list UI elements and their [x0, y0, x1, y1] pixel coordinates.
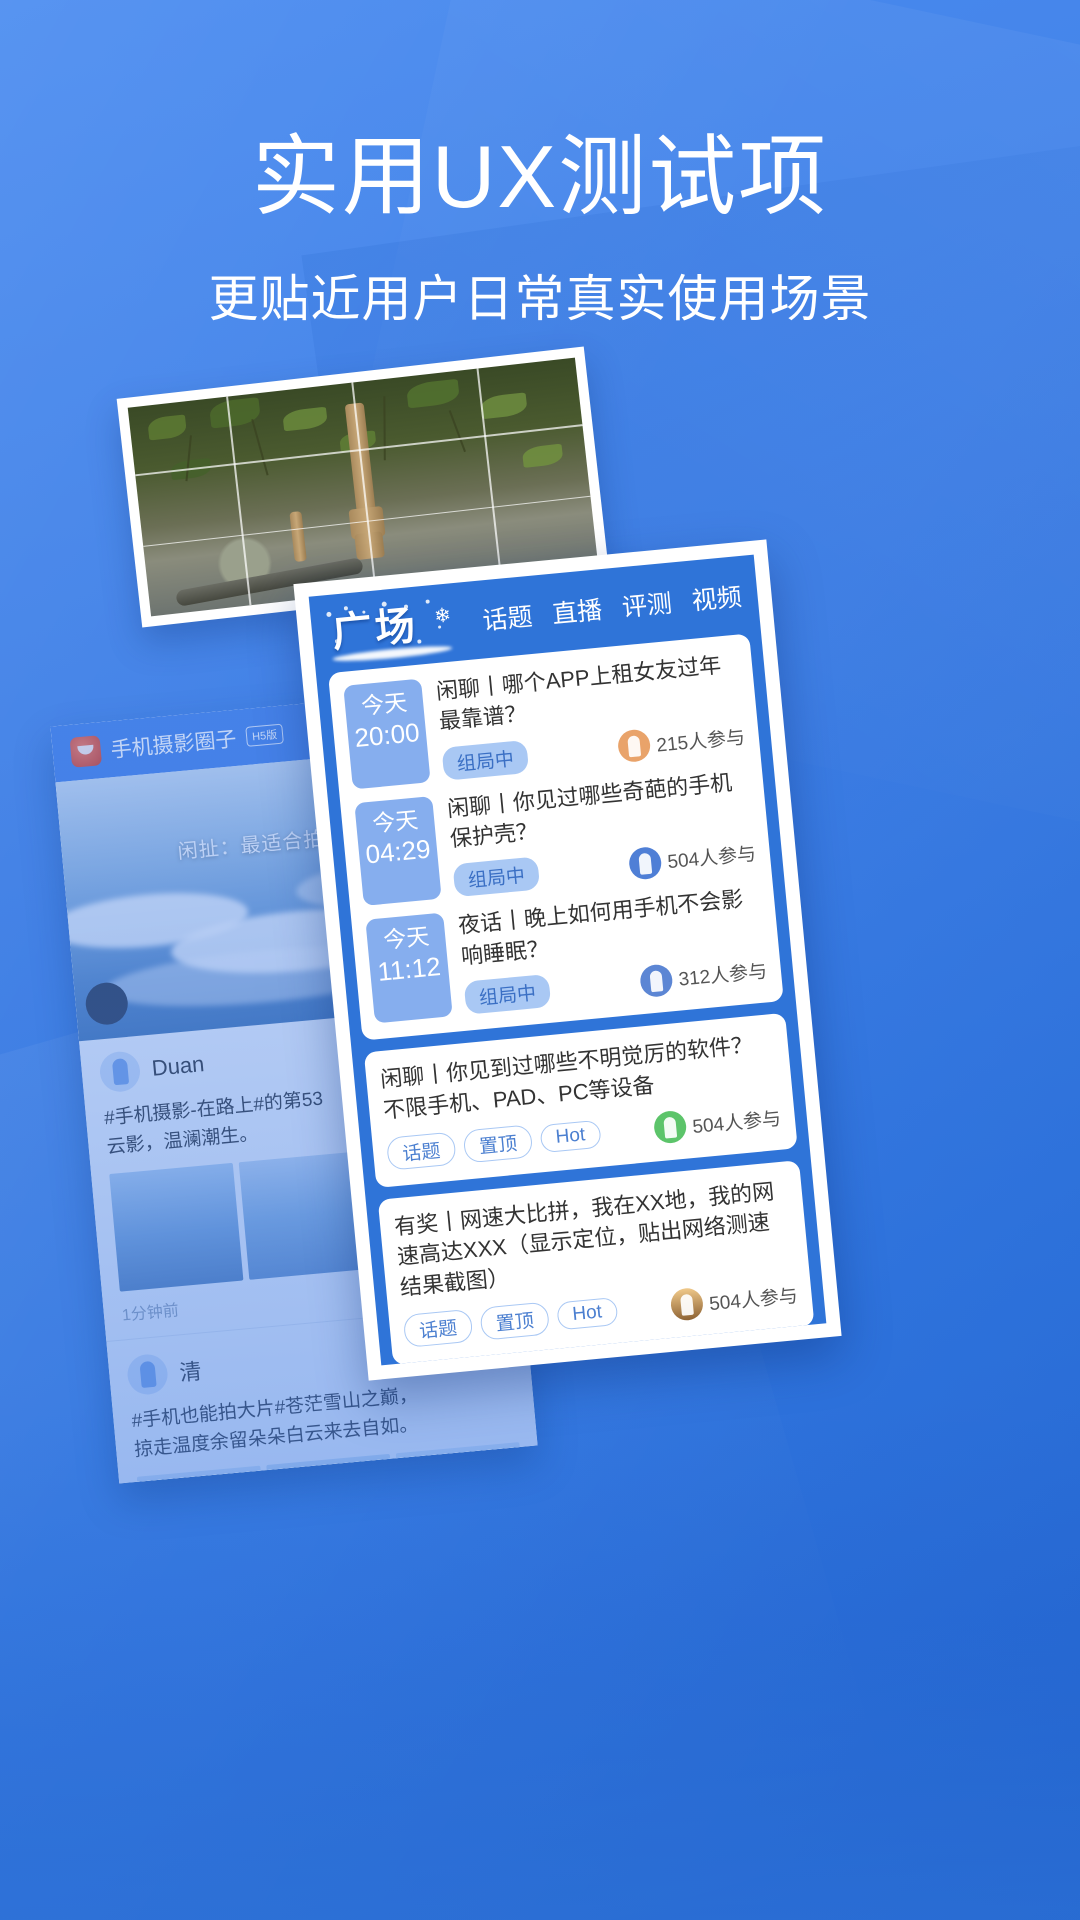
snowflake-icon: ❄ [433, 604, 453, 628]
post-username: 清 [178, 1358, 203, 1386]
tag-topic[interactable]: 话题 [402, 1308, 474, 1348]
participants: 504人参与 [628, 837, 757, 881]
participant-avatar [628, 845, 663, 881]
app-logo-icon [69, 735, 103, 768]
schedule-time-chip: 今天 20:00 [343, 678, 431, 790]
schedule-row[interactable]: 今天 11:12 夜话丨晚上如何用手机不会影响睡眠？ 组局中 312人参与 [365, 883, 768, 1024]
participants: 504人参与 [653, 1101, 782, 1145]
front-phone-card: 广场 ❄ 话题 直播 评测 视频 今天 20:00 闲聊丨哪个APP上租女友过年… [293, 539, 842, 1381]
schedule-row[interactable]: 今天 20:00 闲聊丨哪个APP上租女友过年最靠谱？ 组局中 215人参与 [343, 649, 746, 790]
headline-block: 实用UX测试项 更贴近用户日常真实使用场景 [0, 127, 1080, 329]
participant-avatar [653, 1109, 688, 1145]
nav-item-live[interactable]: 直播 [551, 590, 604, 631]
schedule-content: 夜话丨晚上如何用手机不会影响睡眠？ 组局中 312人参与 [457, 883, 768, 1015]
tag-hot[interactable]: Hot [539, 1120, 602, 1154]
h5-badge: H5版 [245, 723, 284, 747]
schedule-time: 04:29 [364, 833, 432, 870]
avatar [98, 1049, 142, 1094]
topic-card[interactable]: 闲聊丨你见到过哪些不明觉厉的软件？不限手机、PAD、PC等设备 话题 置顶 Ho… [363, 1012, 798, 1188]
post-thumbnail [109, 1162, 244, 1292]
participants-count: 504人参与 [708, 1285, 799, 1316]
nav-item-topic[interactable]: 话题 [481, 597, 534, 638]
participants: 215人参与 [617, 720, 746, 764]
participants: 312人参与 [639, 954, 768, 998]
participants-count: 504人参与 [691, 1108, 782, 1138]
front-phone-screen: 广场 ❄ 话题 直播 评测 视频 今天 20:00 闲聊丨哪个APP上租女友过年… [308, 554, 827, 1366]
participants-count: 215人参与 [655, 727, 746, 757]
nav-item-video[interactable]: 视频 [690, 577, 743, 618]
participant-avatar [617, 728, 652, 764]
topic-card[interactable]: 有奖丨网速大比拼，我在XX地，我的网速高达XXX（显示定位，贴出网络测速结果截图… [377, 1159, 815, 1366]
status-badge: 组局中 [463, 974, 552, 1015]
schedule-time-chip: 今天 04:29 [354, 795, 442, 907]
nav-item-review[interactable]: 评测 [620, 584, 673, 625]
tag-pinned[interactable]: 置顶 [462, 1124, 534, 1164]
post-username: Duan [150, 1051, 206, 1081]
composition-grid-line [226, 396, 251, 606]
status-badge: 组局中 [452, 856, 541, 898]
participants: 504人参与 [669, 1278, 799, 1323]
participant-avatar [669, 1287, 705, 1323]
schedule-content: 闲聊丨哪个APP上租女友过年最靠谱？ 组局中 215人参与 [435, 649, 746, 781]
participant-avatar [639, 962, 675, 998]
front-phone-nav[interactable]: 话题 直播 评测 视频 [481, 577, 743, 637]
schedule-time: 20:00 [353, 716, 421, 753]
back-phone-title: 手机摄影圈子 [109, 727, 238, 763]
participants-count: 312人参与 [677, 961, 768, 991]
tag-topic[interactable]: 话题 [385, 1131, 457, 1171]
page-subtitle: 更贴近用户日常真实使用场景 [208, 270, 872, 327]
page-title: 实用UX测试项 [251, 127, 829, 226]
tag-pinned[interactable]: 置顶 [479, 1301, 551, 1341]
avatar [125, 1352, 170, 1397]
participants-count: 504人参与 [666, 844, 757, 874]
plaza-logo: 广场 ❄ [324, 594, 459, 664]
schedule-time: 11:12 [376, 951, 442, 988]
schedule-content: 闲聊丨你见过哪些奇葩的手机保护壳？ 组局中 504人参与 [446, 766, 757, 898]
schedule-card: 今天 20:00 闲聊丨哪个APP上租女友过年最靠谱？ 组局中 215人参与 今… [327, 633, 784, 1041]
tag-hot[interactable]: Hot [556, 1297, 619, 1331]
schedule-time-chip: 今天 11:12 [365, 912, 453, 1024]
wooden-stake [288, 510, 307, 563]
schedule-row[interactable]: 今天 04:29 闲聊丨你见过哪些奇葩的手机保护壳？ 组局中 504人参与 [354, 766, 757, 907]
status-badge: 组局中 [441, 739, 530, 781]
